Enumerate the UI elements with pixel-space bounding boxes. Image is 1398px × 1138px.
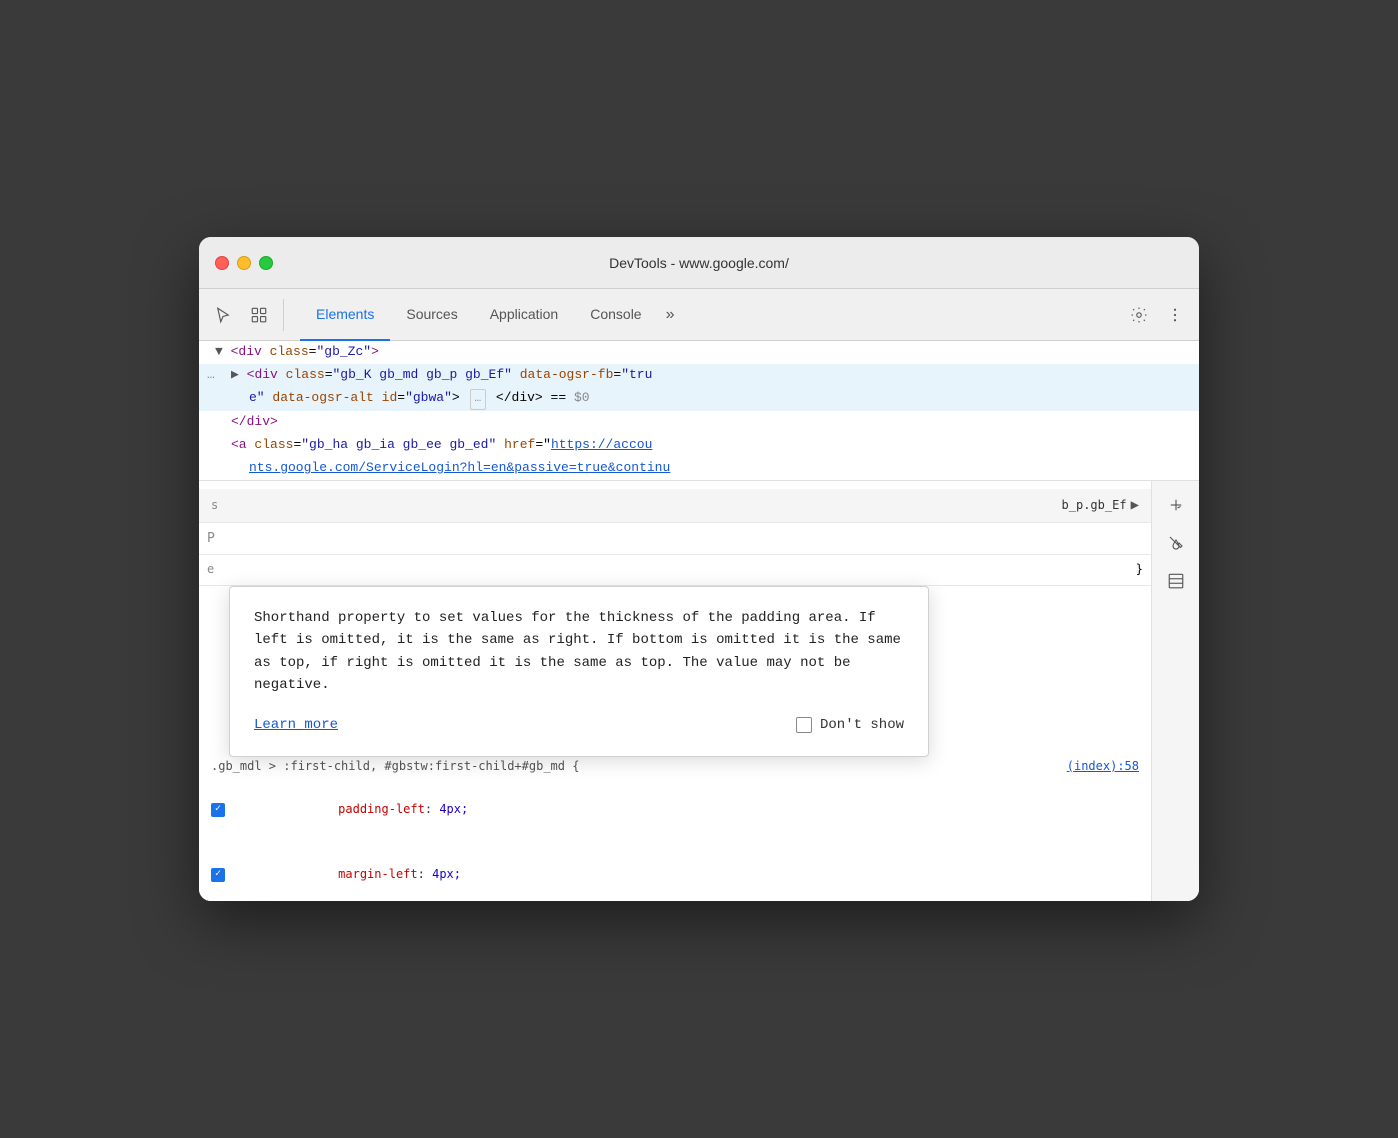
inspect-icon[interactable] (243, 299, 275, 331)
tooltip-description: Shorthand property to set values for the… (254, 607, 904, 697)
bottom-section: s b_p.gb_Ef ▶ P e } (199, 481, 1199, 901)
filter-label: P (207, 527, 215, 550)
tab-console[interactable]: Console (574, 289, 657, 341)
tab-application[interactable]: Application (474, 289, 575, 341)
tools-right: } (1136, 559, 1143, 581)
close-button[interactable] (215, 256, 229, 270)
tab-bar-icons (207, 299, 288, 331)
dont-show-section: Don't show (796, 713, 904, 738)
css-checkbox-padding[interactable] (211, 803, 225, 817)
dont-show-label: Don't show (820, 713, 904, 738)
cursor-icon[interactable] (207, 299, 239, 331)
tab-bar: Elements Sources Application Console » (199, 289, 1199, 341)
css-rule-padding-left: padding-left: 4px; (199, 778, 1151, 843)
tab-separator (283, 299, 284, 331)
tooltip-popup: Shorthand property to set values for the… (229, 586, 929, 757)
css-margin-left: margin-left: 4px; (237, 842, 461, 900)
html-line-2: … ▶ <div class="gb_K gb_md gb_p gb_Ef" d… (199, 364, 1199, 387)
css-selector-1-text: .gb_mdl > :first-child, #gbstw:first-chi… (211, 756, 579, 778)
add-style-button[interactable] (1160, 489, 1192, 521)
dots-icon: … (207, 365, 215, 386)
tooltip-footer: Learn more Don't show (254, 713, 904, 738)
tab-sources[interactable]: Sources (390, 289, 473, 341)
tools-label: e (207, 559, 214, 581)
filter-bar: P (199, 523, 1151, 555)
ellipsis-badge[interactable]: … (470, 389, 487, 411)
html-line-6: nts.google.com/ServiceLogin?hl=en&passiv… (199, 457, 1199, 480)
tools-row: e } (199, 555, 1151, 586)
html-line-3: e" data-ogsr-alt id="gbwa"> … </div> == … (199, 387, 1199, 412)
settings-icon[interactable] (1123, 299, 1155, 331)
breadcrumb-prefix: s (211, 498, 218, 512)
more-tabs-button[interactable]: » (658, 306, 683, 324)
dont-show-checkbox[interactable] (796, 717, 812, 733)
breadcrumb-expand-icon[interactable]: ▶ (1131, 493, 1139, 518)
title-bar: DevTools - www.google.com/ (199, 237, 1199, 289)
html-line-4: </div> (199, 411, 1199, 434)
paint-bucket-icon[interactable] (1160, 527, 1192, 559)
html-panel: ▼ <div class="gb_Zc"> … ▶ <div class="gb… (199, 341, 1199, 481)
tab-bar-right-icons (1123, 299, 1191, 331)
devtools-window: DevTools - www.google.com/ Elements (199, 237, 1199, 901)
learn-more-link[interactable]: Learn more (254, 713, 338, 738)
devtools-content: ▼ <div class="gb_Zc"> … ▶ <div class="gb… (199, 341, 1199, 901)
css-source-1[interactable]: (index):58 (1067, 756, 1139, 778)
traffic-lights (215, 256, 273, 270)
window-title: DevTools - www.google.com/ (609, 255, 789, 271)
more-options-icon[interactable] (1159, 299, 1191, 331)
css-panel: s b_p.gb_Ef ▶ P e } (199, 481, 1151, 901)
maximize-button[interactable] (259, 256, 273, 270)
close-brace: } (1136, 559, 1143, 581)
html-line-1: ▼ <div class="gb_Zc"> (199, 341, 1199, 364)
breadcrumb-right: b_p.gb_Ef ▶ (1062, 493, 1139, 518)
breadcrumb-selector: b_p.gb_Ef (1062, 495, 1127, 517)
breadcrumb-area: s (211, 495, 218, 517)
css-rule-margin-left: margin-left: 4px; (199, 842, 1151, 900)
minimize-button[interactable] (237, 256, 251, 270)
css-selector-row-1: .gb_mdl > :first-child, #gbstw:first-chi… (199, 756, 1151, 778)
layout-icon[interactable] (1160, 565, 1192, 597)
tab-elements[interactable]: Elements (300, 289, 390, 341)
css-checkbox-margin[interactable] (211, 868, 225, 882)
css-padding-left: padding-left: 4px; (237, 778, 468, 843)
html-line-5: <a class="gb_ha gb_ia gb_ee gb_ed" href=… (199, 434, 1199, 457)
right-tools-panel (1151, 481, 1199, 901)
